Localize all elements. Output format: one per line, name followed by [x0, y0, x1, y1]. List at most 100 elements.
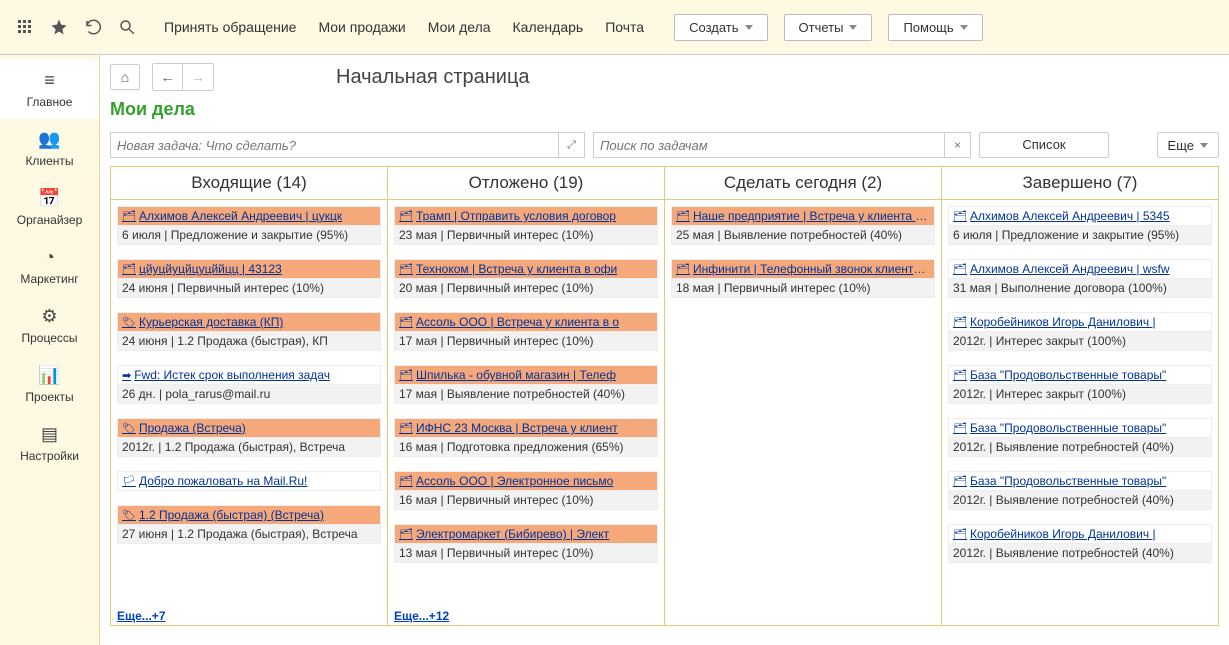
task-card: 🗂Коробейников Игорь Данилович |2012г. | …	[948, 312, 1212, 351]
card-icon: 🗂	[122, 211, 136, 223]
home-button[interactable]: ⌂	[110, 64, 140, 90]
card-subtitle: 17 мая | Первичный интерес (10%)	[394, 332, 658, 351]
sidebar-item-settings[interactable]: ▤Настройки	[0, 414, 99, 473]
card-icon: 🏷	[122, 510, 136, 522]
task-card: 🗂Ассоль ООО | Встреча у клиента в о17 ма…	[394, 312, 658, 351]
card-subtitle: 26 дн. | pola_rarus@mail.ru	[117, 385, 381, 404]
sidebar-item-projects[interactable]: 📊Проекты	[0, 355, 99, 414]
task-card: 🗂Наше предприятие | Встреча у клиента в …	[671, 206, 935, 245]
section-title: Мои дела	[110, 99, 1219, 120]
more-button[interactable]: Еще	[1157, 132, 1219, 158]
card-subtitle: 13 мая | Первичный интерес (10%)	[394, 544, 658, 563]
star-icon[interactable]	[42, 12, 76, 42]
card-icon: 🗂	[399, 264, 413, 276]
card-subtitle: 24 июня | Первичный интерес (10%)	[117, 279, 381, 298]
card-title-link[interactable]: 🗂Шпилька - обувной магазин | Телеф	[394, 365, 658, 385]
column-more-link[interactable]: Еще...+7	[111, 607, 387, 625]
card-title-link[interactable]: 🗂Алхимов Алексей Андреевич | цукцк	[117, 206, 381, 226]
card-title-link[interactable]: 🗂Коробейников Игорь Данилович |	[948, 524, 1212, 544]
card-title-link[interactable]: 🗂Инфинити | Телефонный звонок клиенту-ут…	[671, 259, 935, 279]
column-body: 🗂Алхимов Алексей Андреевич | 53456 июля …	[942, 200, 1218, 625]
card-icon: 🗂	[676, 264, 690, 276]
card-title-link[interactable]: 🗂Алхимов Алексей Андреевич | 5345	[948, 206, 1212, 226]
card-subtitle: 2012г. | Интерес закрыт (100%)	[948, 385, 1212, 404]
expand-button[interactable]: ⤢	[559, 132, 585, 158]
card-title-link[interactable]: 🏷Продажа (Встреча)	[117, 418, 381, 438]
task-card: 🗂Алхимов Алексей Андреевич | 53456 июля …	[948, 206, 1212, 245]
menu-calendar[interactable]: Календарь	[513, 19, 584, 35]
top-buttons: Создать Отчеты Помощь	[674, 14, 983, 41]
card-icon: 🗂	[399, 423, 413, 435]
menu-mail[interactable]: Почта	[605, 19, 644, 35]
task-card: 🏷Курьерская доставка (КП)24 июня | 1.2 П…	[117, 312, 381, 351]
card-title-link[interactable]: 🗂Алхимов Алексей Андреевич | wsfw	[948, 259, 1212, 279]
sidebar-item-processes[interactable]: ⚙Процессы	[0, 296, 99, 355]
board-column: Завершено (7)🗂Алхимов Алексей Андреевич …	[942, 167, 1218, 625]
board-column: Отложено (19)🗂Трамп | Отправить условия …	[388, 167, 665, 625]
card-title-link[interactable]: 🗂цйуцйуцйцуцййцц | 43123	[117, 259, 381, 279]
card-subtitle: 24 июня | 1.2 Продажа (быстрая), КП	[117, 332, 381, 351]
sidebar-item-marketing[interactable]: ◔Маркетинг	[0, 237, 99, 296]
create-button[interactable]: Создать	[674, 14, 767, 41]
back-button[interactable]: ←	[153, 64, 183, 90]
card-title-link[interactable]: 🏷1.2 Продажа (быстрая) (Встреча)	[117, 505, 381, 525]
card-icon: 🗂	[676, 211, 690, 223]
card-icon: 🗂	[399, 211, 413, 223]
card-title-link[interactable]: 🗂ИФНС 23 Москва | Встреча у клиент	[394, 418, 658, 438]
sidebar-item-clients[interactable]: 👥Клиенты	[0, 119, 99, 178]
card-icon: 🗂	[953, 211, 967, 223]
task-card: 🗂База "Продовольственные товары"2012г. |…	[948, 365, 1212, 404]
card-icon: 🗂	[399, 317, 413, 329]
search-input[interactable]	[593, 132, 945, 158]
card-icon: 🏷	[122, 423, 136, 435]
clear-search-button[interactable]: ×	[945, 132, 971, 158]
card-icon: 🏳	[122, 476, 136, 488]
card-icon: 🗂	[122, 264, 136, 276]
board-column: Входящие (14) 🗂Алхимов Алексей Андреевич …	[111, 167, 388, 625]
history-icon[interactable]	[76, 12, 110, 42]
card-subtitle: 2012г. | Выявление потребностей (40%)	[948, 438, 1212, 457]
card-title-link[interactable]: 🗂Ассоль ООО | Встреча у клиента в о	[394, 312, 658, 332]
forward-button[interactable]: →	[183, 64, 213, 90]
reports-button[interactable]: Отчеты	[784, 14, 873, 41]
card-title-link[interactable]: 🗂Электромаркет (Бибирево) | Элект	[394, 524, 658, 544]
task-card: 🗂Коробейников Игорь Данилович |2012г. | …	[948, 524, 1212, 563]
card-title-link[interactable]: 🗂Техноком | Встреча у клиента в офи	[394, 259, 658, 279]
top-menu: Принять обращение Мои продажи Мои дела К…	[164, 19, 644, 35]
column-header: Входящие (14)	[111, 167, 387, 200]
card-title-link[interactable]: 🏷Курьерская доставка (КП)	[117, 312, 381, 332]
card-title-link[interactable]: 🗂Ассоль ООО | Электронное письмо	[394, 471, 658, 491]
menu-icon: ≡	[4, 70, 95, 91]
card-title-link[interactable]: 🗂База "Продовольственные товары"	[948, 471, 1212, 491]
card-title-link[interactable]: 🏳Добро пожаловать на Mail.Ru!	[117, 471, 381, 491]
card-subtitle: 6 июля | Предложение и закрытие (95%)	[948, 226, 1212, 245]
task-card: ➡Fwd: Истек срок выполнения задач26 дн. …	[117, 365, 381, 404]
task-card: 🗂Шпилька - обувной магазин | Телеф17 мая…	[394, 365, 658, 404]
task-card: 🗂Ассоль ООО | Электронное письмо16 мая |…	[394, 471, 658, 510]
process-icon: ⚙	[4, 306, 95, 327]
menu-tasks[interactable]: Мои дела	[428, 19, 491, 35]
column-more-link[interactable]: Еще...+12	[388, 607, 664, 625]
projects-icon: 📊	[4, 365, 95, 386]
sidebar-item-organizer[interactable]: 📅Органайзер	[0, 178, 99, 237]
page-title: Начальная страница	[336, 66, 530, 89]
new-task-input[interactable]	[110, 132, 559, 158]
apps-icon[interactable]	[8, 12, 42, 42]
help-button[interactable]: Помощь	[888, 14, 982, 41]
card-title-link[interactable]: 🗂Наше предприятие | Встреча у клиента в …	[671, 206, 935, 226]
card-title-link[interactable]: ➡Fwd: Истек срок выполнения задач	[117, 365, 381, 385]
column-body: 🗂Алхимов Алексей Андреевич | цукцк6 июля…	[111, 200, 387, 607]
card-title-link[interactable]: 🗂Коробейников Игорь Данилович |	[948, 312, 1212, 332]
menu-sales[interactable]: Мои продажи	[318, 19, 405, 35]
sidebar-item-main[interactable]: ≡Главное	[0, 60, 99, 119]
chart-icon: ◔	[4, 247, 95, 268]
search-icon[interactable]	[110, 12, 144, 42]
card-title-link[interactable]: 🗂База "Продовольственные товары"	[948, 418, 1212, 438]
card-icon: 🗂	[399, 476, 413, 488]
menu-accept[interactable]: Принять обращение	[164, 19, 296, 35]
card-subtitle: 23 мая | Первичный интерес (10%)	[394, 226, 658, 245]
card-title-link[interactable]: 🗂База "Продовольственные товары"	[948, 365, 1212, 385]
task-card: 🗂Алхимов Алексей Андреевич | цукцк6 июля…	[117, 206, 381, 245]
list-view-button[interactable]: Список	[979, 132, 1109, 158]
card-title-link[interactable]: 🗂Трамп | Отправить условия договор	[394, 206, 658, 226]
